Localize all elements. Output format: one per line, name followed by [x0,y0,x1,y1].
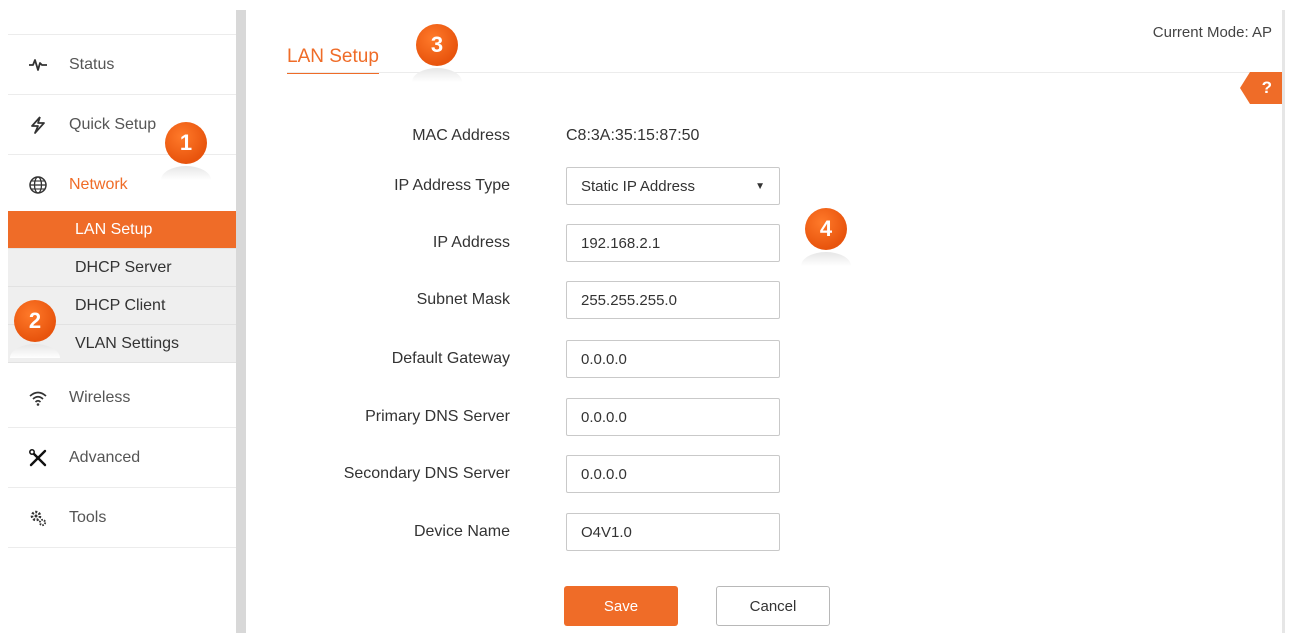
bolt-icon [28,115,48,135]
ip-type-row: IP Address Type Static IP Address ▼ [246,167,946,205]
callout-shadow [161,166,211,180]
callout-shadow [412,68,462,82]
current-mode-text: Current Mode: AP [1152,24,1272,41]
sidebar-item-label: Advanced [69,448,141,466]
ip-address-input[interactable]: 192.168.2.1 [566,224,780,262]
ip-type-label: IP Address Type [394,177,510,194]
subnet-mask-label: Subnet Mask [416,291,510,308]
callout-marker-3: 3 [412,24,462,84]
mac-address-label: MAC Address [412,127,510,144]
gears-icon [28,508,48,528]
sidebar-item-label: Network [69,175,128,193]
mac-address-row: MAC Address C8:3A:35:15:87:50 [246,117,946,155]
sidebar-item-label: Wireless [69,388,131,406]
sidebar-item-label: Status [69,55,115,73]
sidebar-divider [236,10,246,633]
pulse-icon [28,55,48,75]
sidebar-item-wireless[interactable]: Wireless [8,368,236,428]
secondary-dns-label: Secondary DNS Server [343,465,510,482]
default-gateway-row: Default Gateway 0.0.0.0 [246,340,946,378]
cancel-button[interactable]: Cancel [716,586,830,626]
sidebar-item-tools[interactable]: Tools [8,488,236,548]
submenu-item-lan-setup[interactable]: LAN Setup [8,211,236,249]
callout-shadow [801,252,851,266]
right-edge-shadow [1282,10,1285,633]
secondary-dns-row: Secondary DNS Server 0.0.0.0 [246,455,946,493]
main-panel: Current Mode: AP LAN Setup ? MAC Address… [246,10,1282,633]
callout-marker-4: 4 [801,208,851,268]
dropdown-arrow-icon: ▼ [755,180,765,192]
page-title: LAN Setup [287,46,379,74]
sidebar-item-advanced[interactable]: Advanced [8,428,236,488]
primary-dns-row: Primary DNS Server 0.0.0.0 [246,398,946,436]
save-button[interactable]: Save [564,586,678,626]
device-name-input[interactable]: O4V1.0 [566,513,780,551]
secondary-dns-input[interactable]: 0.0.0.0 [566,455,780,493]
sidebar-item-status[interactable]: Status [8,35,236,95]
device-name-row: Device Name O4V1.0 [246,513,946,551]
callout-marker-2: 2 [10,300,60,360]
ip-type-selected-value: Static IP Address [581,177,695,195]
callout-number: 4 [805,208,847,250]
sidebar-item-label: Quick Setup [69,115,157,133]
device-name-label: Device Name [413,523,510,540]
wifi-icon [28,388,48,408]
default-gateway-label: Default Gateway [391,350,510,367]
help-button[interactable]: ? [1240,72,1282,104]
ip-type-select[interactable]: Static IP Address ▼ [566,167,780,205]
globe-icon [28,175,48,195]
ip-address-label: IP Address [432,234,510,251]
subnet-mask-row: Subnet Mask 255.255.255.0 [246,281,946,319]
mac-address-value: C8:3A:35:15:87:50 [566,127,700,144]
subnet-mask-input[interactable]: 255.255.255.0 [566,281,780,319]
callout-number: 3 [416,24,458,66]
callout-shadow [10,344,60,358]
callout-number: 2 [14,300,56,342]
sidebar-item-label: Tools [69,508,107,526]
primary-dns-input[interactable]: 0.0.0.0 [566,398,780,436]
primary-dns-label: Primary DNS Server [365,408,510,425]
default-gateway-input[interactable]: 0.0.0.0 [566,340,780,378]
submenu-item-dhcp-server[interactable]: DHCP Server [8,249,236,287]
callout-marker-1: 1 [161,122,211,182]
tools-cross-icon [28,448,48,468]
callout-number: 1 [165,122,207,164]
